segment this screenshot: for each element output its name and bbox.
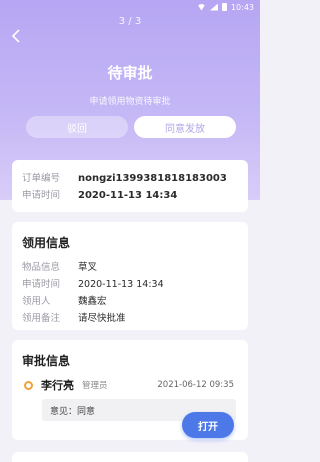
- status-bar: 10:43: [0, 0, 260, 14]
- page-subtitle: 申请领用物资待审批: [89, 97, 171, 107]
- order-card: 订单编号 nongzi1399381818183003 申请时间 2020-11…: [12, 160, 248, 212]
- chevron-left-icon: [11, 29, 20, 43]
- usage-row: 领用备注 请尽快批准: [22, 310, 238, 327]
- next-card: [12, 452, 248, 462]
- usage-row-value: 请尽快批准: [78, 313, 126, 324]
- usage-row: 申请时间 2020-11-13 14:34: [22, 276, 238, 293]
- usage-row-label: 领用人: [22, 296, 51, 307]
- usage-row-value: 2020-11-13 14:34: [78, 279, 164, 290]
- usage-info-title: 领用信息: [22, 236, 71, 250]
- status-dot-icon: [24, 380, 33, 390]
- page-title: 待审批: [107, 64, 153, 82]
- order-time-row: 申请时间 2020-11-13 14:34: [22, 187, 238, 204]
- order-time-label: 申请时间: [22, 190, 61, 201]
- usage-row: 物品信息 草叉: [22, 259, 238, 276]
- usage-row-label: 领用备注: [22, 313, 61, 324]
- order-number-row: 订单编号 nongzi1399381818183003: [22, 170, 238, 187]
- approve-button[interactable]: 同意发放: [134, 116, 236, 138]
- usage-row-label: 物品信息: [22, 262, 61, 273]
- back-button[interactable]: [8, 28, 24, 44]
- approver-name: 李行亮: [41, 379, 74, 392]
- usage-row-value: 草叉: [78, 262, 98, 273]
- wifi-icon: [196, 3, 206, 11]
- signal-icon: [209, 3, 218, 11]
- approver-row: 李行亮 管理员 2021-06-12 09:35: [22, 377, 238, 393]
- usage-info-card: 领用信息 物品信息 草叉 申请时间 2020-11-13 14:34 领用人 魏…: [12, 222, 248, 330]
- status-time: 10:43: [230, 2, 254, 12]
- approver-role: 管理员: [82, 381, 108, 391]
- reject-button[interactable]: 驳回: [26, 116, 128, 138]
- usage-row-label: 申请时间: [22, 279, 61, 290]
- order-number-label: 订单编号: [22, 173, 61, 184]
- usage-row: 领用人 魏鑫宏: [22, 293, 238, 310]
- order-time-value: 2020-11-13 14:34: [78, 190, 178, 201]
- usage-row-value: 魏鑫宏: [78, 296, 107, 307]
- battery-icon: [221, 3, 227, 11]
- approver-time: 2021-06-12 09:35: [157, 380, 234, 390]
- order-number-value: nongzi1399381818183003: [78, 173, 227, 184]
- page-indicator: 3 / 3: [118, 16, 142, 27]
- open-button[interactable]: 打开: [182, 412, 234, 438]
- approval-title: 审批信息: [22, 354, 71, 368]
